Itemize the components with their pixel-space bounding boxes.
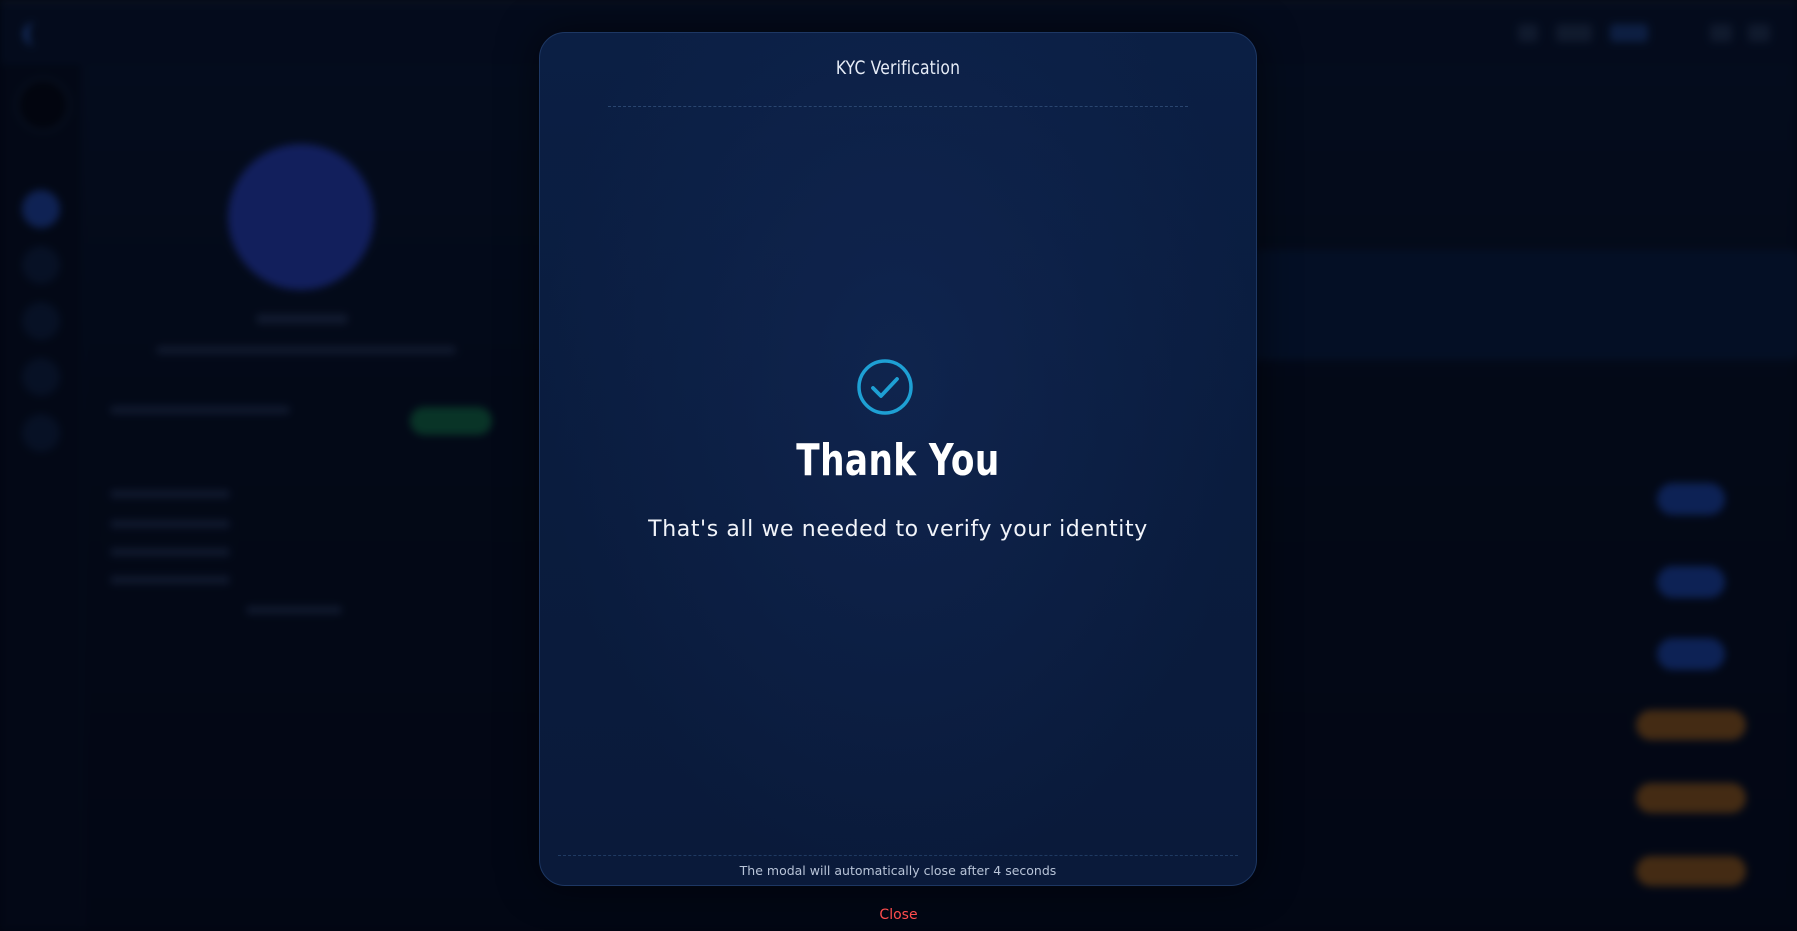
success-heading: Thank You	[796, 435, 1000, 486]
auto-close-notice: The modal will automatically close after…	[739, 863, 1057, 878]
modal-title: KYC Verification	[835, 57, 961, 79]
check-circle-icon	[857, 359, 913, 415]
close-button[interactable]: Close	[0, 907, 1797, 923]
modal-divider	[558, 855, 1238, 856]
modal-divider	[608, 106, 1188, 107]
kyc-modal: KYC Verification Thank You That's all we…	[539, 32, 1257, 886]
page: KYC Verification Thank You That's all we…	[0, 0, 1797, 931]
success-message: That's all we needed to verify your iden…	[648, 517, 1148, 542]
